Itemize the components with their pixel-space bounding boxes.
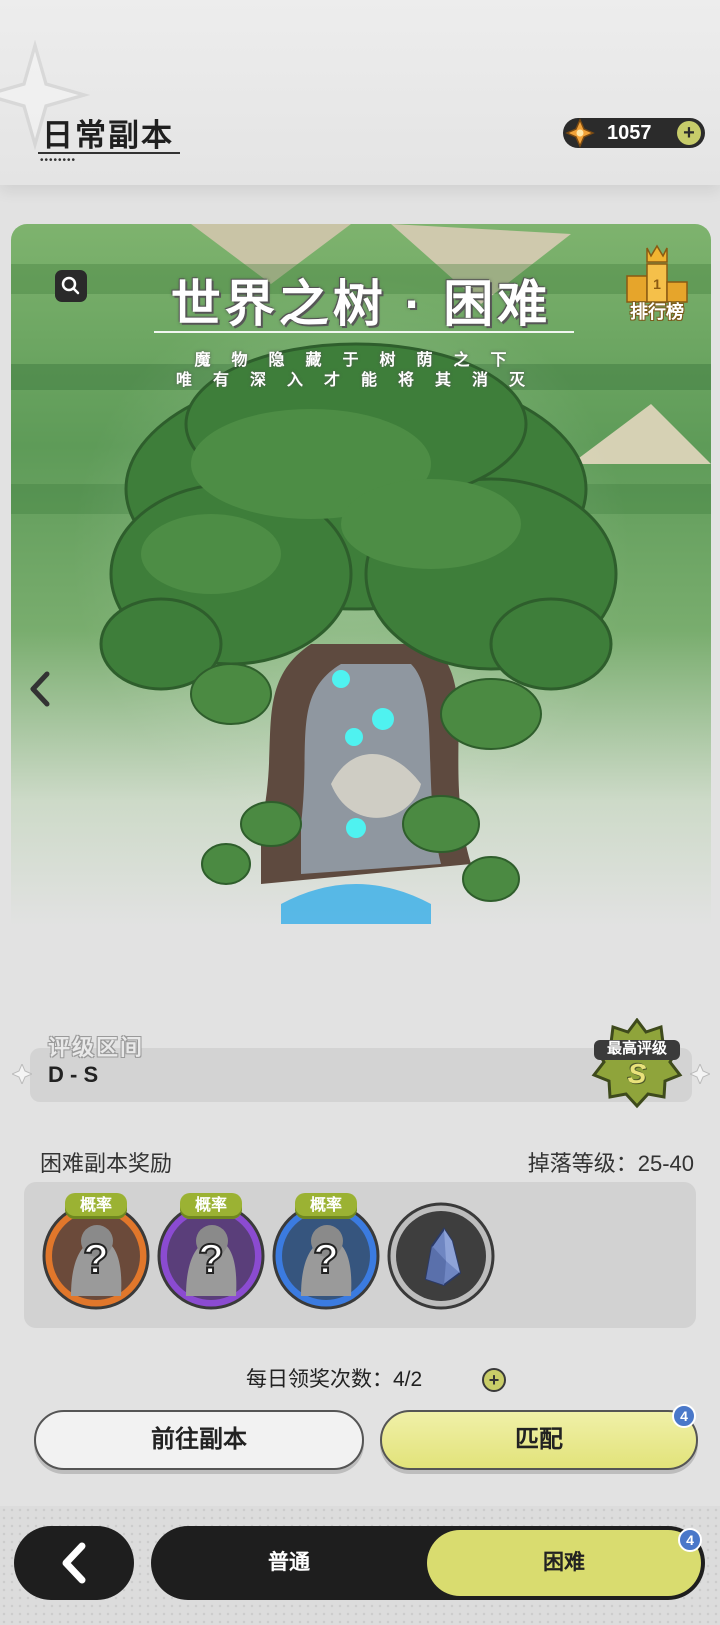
title-underline <box>38 152 180 154</box>
dungeon-name: 世界之树 · 困难 <box>170 276 552 332</box>
svg-text:?: ? <box>83 1235 109 1282</box>
svg-text:?: ? <box>313 1235 339 1282</box>
best-grade-label: 最高评级 <box>606 1040 667 1057</box>
crystal-star-icon <box>565 118 595 148</box>
back-button[interactable] <box>14 1526 134 1600</box>
svg-text:1: 1 <box>653 276 661 292</box>
title-dots: •••••••• <box>40 155 77 166</box>
tab-normal[interactable]: 普通 <box>151 1526 427 1600</box>
currency-value: 1057 <box>607 121 652 144</box>
title-divider <box>154 331 574 333</box>
reward-item[interactable]: ? 概率 <box>156 1193 266 1311</box>
match-button[interactable]: 匹配 <box>380 1410 698 1470</box>
probability-tag: 概率 <box>180 1193 242 1219</box>
currency-display[interactable]: 1057 + <box>563 118 705 148</box>
add-currency-button[interactable]: + <box>677 121 701 145</box>
grade-range-label: 评级区间 <box>48 1035 145 1060</box>
goto-dungeon-button[interactable]: 前往副本 <box>34 1410 364 1470</box>
match-badge: 4 <box>672 1404 696 1428</box>
diamond-decoration-icon <box>12 1064 32 1084</box>
tab-hard[interactable]: 困难 <box>427 1530 701 1596</box>
top-header: 日常副本 •••••••• 1057 + <box>0 0 720 185</box>
reward-item[interactable]: ? 概率 <box>271 1193 381 1311</box>
add-claims-button[interactable]: + <box>482 1368 506 1392</box>
reward-item[interactable] <box>386 1201 496 1311</box>
probability-tag: 概率 <box>65 1193 127 1219</box>
svg-text:?: ? <box>198 1235 224 1282</box>
chevron-left-icon[interactable] <box>21 664 57 714</box>
page-title: 日常副本 <box>42 118 174 153</box>
crystal-ore-icon <box>387 1202 495 1310</box>
drop-level: 掉落等级：25-40 <box>527 1151 694 1176</box>
rewards-panel: ? 概率 ? 概率 ? 概率 <box>24 1182 696 1328</box>
dungeon-banner: 世界之树 · 困难 魔物隐藏于树荫之下 唯有深入才能将其消灭 1 排行榜 <box>11 224 711 964</box>
leaderboard-label[interactable]: 排行榜 <box>621 298 693 324</box>
daily-claims: 每日领奖次数：4/2 <box>246 1368 423 1391</box>
diamond-decoration-icon <box>690 1064 710 1084</box>
grade-range-value: D - S <box>48 1062 99 1087</box>
tab-hard-badge: 4 <box>678 1528 702 1552</box>
back-arrow-icon <box>62 1542 86 1584</box>
probability-tag: 概率 <box>295 1193 357 1219</box>
rewards-title: 困难副本奖励 <box>40 1151 173 1176</box>
dungeon-subtitle-2: 唯有深入才能将其消灭 <box>175 372 546 389</box>
best-grade-value: S <box>627 1058 647 1089</box>
reward-item[interactable]: ? 概率 <box>41 1193 151 1311</box>
